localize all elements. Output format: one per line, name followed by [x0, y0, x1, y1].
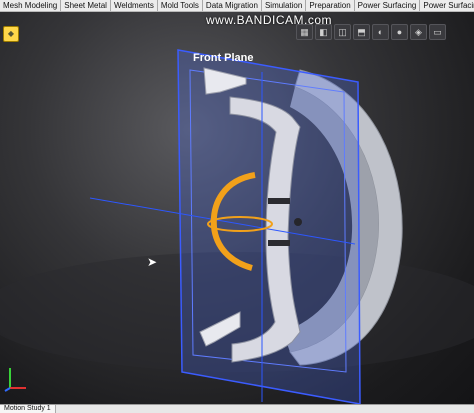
- 3d-scene[interactable]: [0, 12, 474, 404]
- front-plane-label: Front Plane: [193, 52, 254, 64]
- section-icon[interactable]: ⬒: [353, 24, 370, 40]
- mouse-pointer-icon: ➤: [147, 255, 158, 269]
- hub-hole: [294, 218, 302, 226]
- rotation-handle-knob[interactable]: [210, 217, 216, 223]
- tab-preparation[interactable]: Preparation: [306, 0, 355, 11]
- view-triad[interactable]: [4, 364, 28, 392]
- command-manager-tabs: Mesh Modeling Sheet Metal Weldments Mold…: [0, 0, 474, 12]
- appearance-icon[interactable]: ●: [391, 24, 408, 40]
- select-icon[interactable]: ▦: [296, 24, 313, 40]
- tab-mold-tools[interactable]: Mold Tools: [158, 0, 203, 11]
- tab-weldments[interactable]: Weldments: [111, 0, 158, 11]
- hub-slot-bottom: [268, 240, 290, 246]
- heads-up-view-toolbar: ▦ ◧ ◫ ⬒ ◐ ● ◈ ▭: [296, 24, 446, 40]
- z-axis-arrow-icon: [4, 387, 11, 392]
- tab-data-migration[interactable]: Data Migration: [203, 0, 262, 11]
- hub-slot-top: [268, 198, 290, 204]
- tab-power-surfacing-1[interactable]: Power Surfacing: [355, 0, 421, 11]
- graphics-viewport[interactable]: Front Plane www.BANDICAM.com ◆ ▦ ◧ ◫ ⬒ ◐…: [0, 12, 474, 404]
- view-icon[interactable]: ◧: [315, 24, 332, 40]
- part-icon[interactable]: ◆: [3, 26, 19, 42]
- display-icon[interactable]: ◫: [334, 24, 351, 40]
- tab-simulation[interactable]: Simulation: [262, 0, 307, 11]
- monitor-icon[interactable]: ▭: [429, 24, 446, 40]
- tab-power-surfacing-2[interactable]: Power Surfacing: [420, 0, 474, 11]
- render-icon[interactable]: ◈: [410, 24, 427, 40]
- tab-sheet-metal[interactable]: Sheet Metal: [61, 0, 111, 11]
- scene-icon[interactable]: ◐: [372, 24, 389, 40]
- tab-mesh-modeling[interactable]: Mesh Modeling: [0, 0, 62, 11]
